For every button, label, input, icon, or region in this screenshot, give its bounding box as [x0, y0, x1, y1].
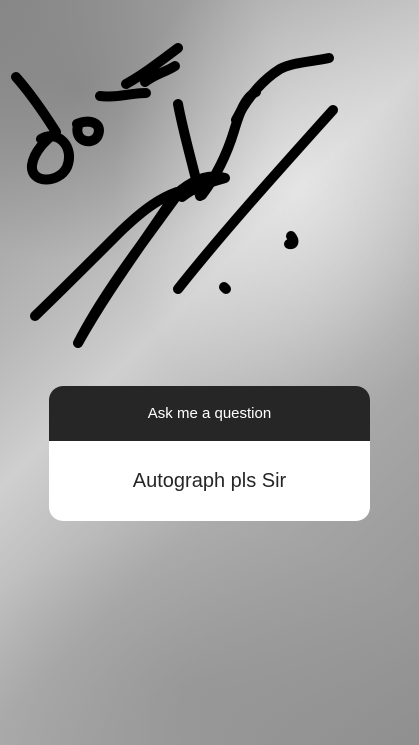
question-answer: Autograph pls Sir	[132, 470, 287, 492]
question-prompt: Ask me a question	[49, 386, 370, 441]
question-sticker[interactable]: Ask me a question Autograph pls Sir	[49, 386, 370, 521]
story-screen: Ask me a question Autograph pls Sir	[0, 0, 419, 745]
handwritten-signature	[11, 43, 338, 348]
